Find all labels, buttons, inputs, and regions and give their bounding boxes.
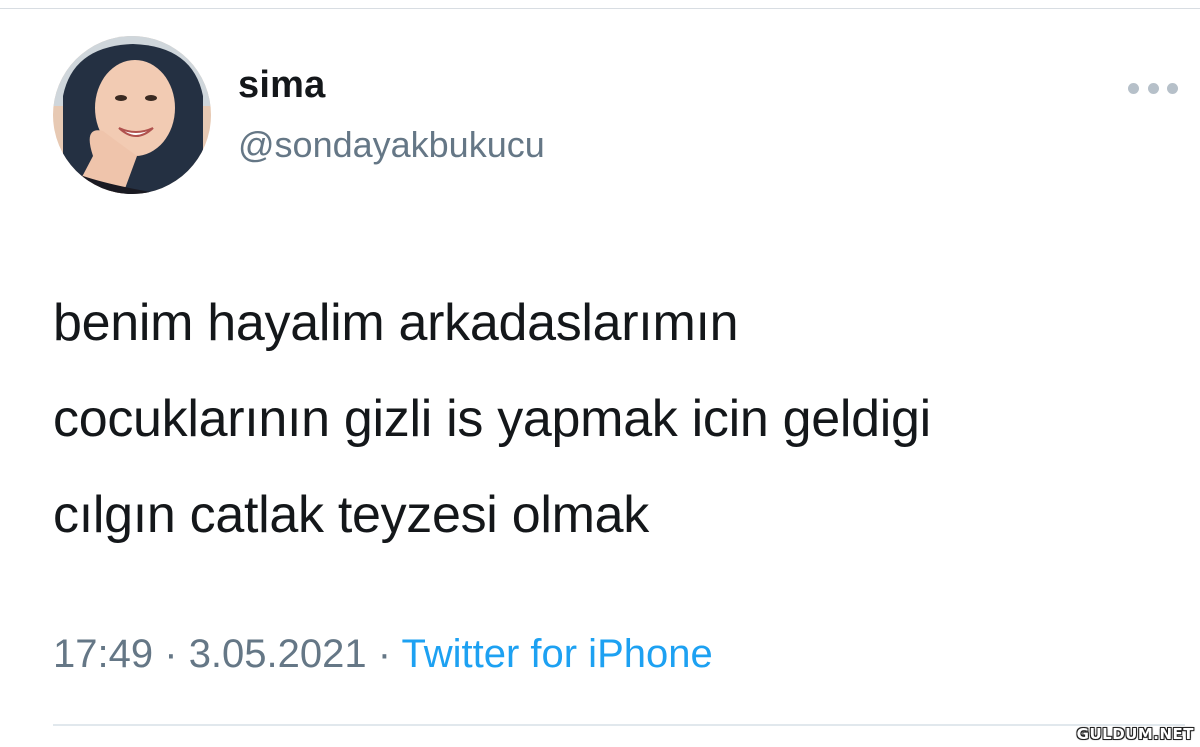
profile-photo-icon: [53, 36, 211, 194]
separator: ·: [164, 632, 178, 676]
top-divider: [0, 8, 1200, 9]
dot: [1128, 82, 1139, 94]
ellipsis-icon[interactable]: [1128, 80, 1178, 96]
separator: ·: [377, 632, 392, 676]
display-name[interactable]: sima: [238, 64, 325, 107]
dot: [1147, 82, 1159, 94]
user-handle[interactable]: @sondayakbukucu: [238, 124, 545, 166]
tweet-source-link[interactable]: Twitter for iPhone: [401, 632, 712, 676]
tweet-text-line: cılgın catlak teyzesi olmak: [53, 486, 649, 544]
dot: [1167, 82, 1178, 94]
bottom-divider: [53, 724, 1185, 726]
tweet-time[interactable]: 17:49: [53, 632, 153, 676]
tweet-meta: 17:49 · 3.05.2021 · Twitter for iPhone: [53, 632, 713, 677]
tweet-text-line: cocuklarının gizli is yapmak icin geldig…: [53, 390, 931, 448]
watermark: GULDUM.NET: [1076, 725, 1194, 743]
tweet-text: benim hayalim arkadaslarımın cocuklarını…: [53, 275, 1153, 563]
avatar[interactable]: [53, 36, 211, 194]
tweet-text-line: benim hayalim arkadaslarımın: [53, 294, 739, 352]
tweet-date[interactable]: 3.05.2021: [189, 632, 367, 676]
